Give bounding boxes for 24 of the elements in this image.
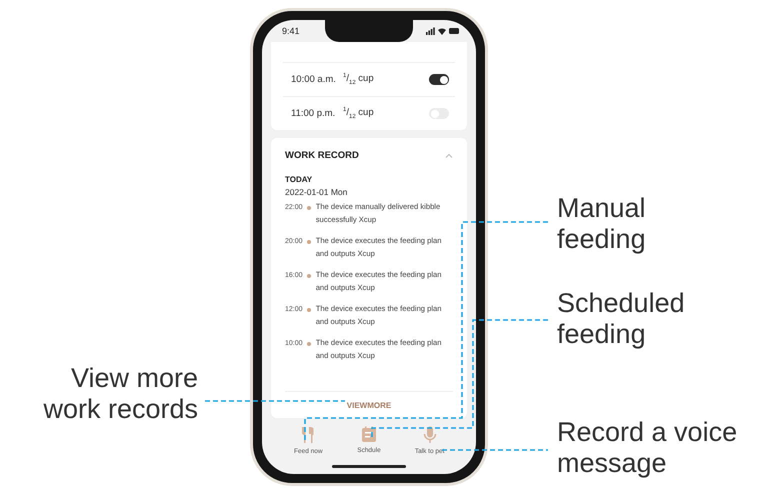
- status-time: 9:41: [282, 26, 300, 36]
- status-icons: [426, 27, 460, 35]
- record-date: 2022-01-01 Mon: [285, 187, 348, 197]
- timeline-dot: [306, 206, 311, 210]
- chevron-icon[interactable]: [445, 153, 453, 158]
- timeline-dot: [306, 274, 311, 278]
- plan-portion: $^{1}$/$_{12}$ cup: [343, 72, 375, 86]
- plan-portion: $^{1}$/$_{12}$ cup: [343, 106, 375, 120]
- view-more-button[interactable]: VIEWMORE: [285, 391, 453, 410]
- calendar-icon: [360, 426, 377, 443]
- callout-label: Record a voice message: [557, 417, 738, 479]
- day-label: TODAY: [285, 175, 314, 184]
- timeline-dot: [306, 342, 311, 346]
- plan-time: 10:00 a.m.: [291, 74, 337, 85]
- callout-label: Scheduled feeding: [557, 288, 686, 350]
- callout-label: View more work records: [42, 363, 198, 425]
- work-record-title: WORK RECORD: [285, 150, 359, 161]
- microphone-icon: [422, 426, 437, 444]
- plan-toggle[interactable]: [429, 74, 449, 85]
- timeline-dot: [306, 308, 311, 312]
- callout-label: Manual feeding: [557, 193, 647, 255]
- plan-time: 11:00 p.m.: [291, 108, 336, 119]
- timeline-dot: [306, 240, 311, 244]
- fork-knife-icon: [301, 426, 316, 444]
